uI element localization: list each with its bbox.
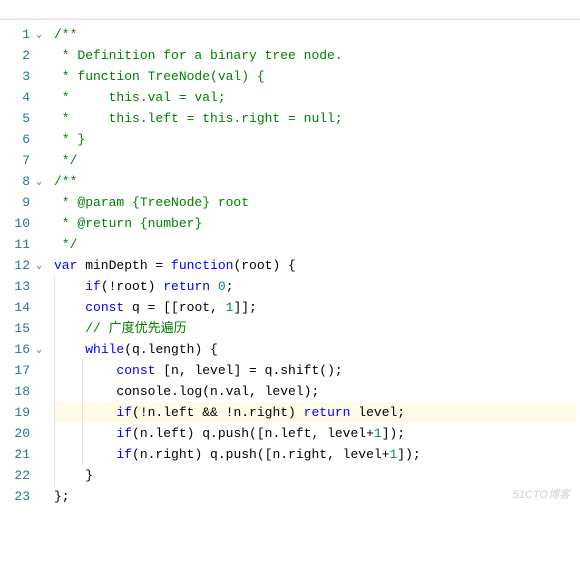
- code-line[interactable]: while(q.length) {: [54, 339, 576, 360]
- code-line[interactable]: var minDepth = function(root) {: [54, 255, 576, 276]
- code-line[interactable]: * @return {number}: [54, 213, 576, 234]
- line-number: 1⌄: [0, 24, 32, 45]
- code-line[interactable]: };: [54, 486, 576, 507]
- line-number: 8⌄: [0, 171, 32, 192]
- line-number: 19: [0, 402, 32, 423]
- code-line[interactable]: /**: [54, 171, 576, 192]
- code-content[interactable]: /** * Definition for a binary tree node.…: [38, 20, 580, 511]
- watermark-text: 51CTO博客: [513, 487, 570, 505]
- line-number-gutter: 1⌄2345678⌄9101112⌄13141516⌄1718192021222…: [0, 20, 38, 511]
- line-number: 22: [0, 465, 32, 486]
- code-line[interactable]: * @param {TreeNode} root: [54, 192, 576, 213]
- code-editor: 1⌄2345678⌄9101112⌄13141516⌄1718192021222…: [0, 19, 580, 511]
- code-line[interactable]: */: [54, 234, 576, 255]
- editor-top-bar: [0, 0, 580, 19]
- line-number: 4: [0, 87, 32, 108]
- code-line[interactable]: console.log(n.val, level);: [54, 381, 576, 402]
- line-number: 16⌄: [0, 339, 32, 360]
- line-number: 23: [0, 486, 32, 507]
- code-line[interactable]: * this.left = this.right = null;: [54, 108, 576, 129]
- line-number: 17: [0, 360, 32, 381]
- line-number: 18: [0, 381, 32, 402]
- line-number: 21: [0, 444, 32, 465]
- code-line[interactable]: if(!root) return 0;: [54, 276, 576, 297]
- code-line[interactable]: */: [54, 150, 576, 171]
- code-line[interactable]: // 广度优先遍历: [54, 318, 576, 339]
- code-line[interactable]: }: [54, 465, 576, 486]
- code-line[interactable]: * function TreeNode(val) {: [54, 66, 576, 87]
- line-number: 5: [0, 108, 32, 129]
- line-number: 12⌄: [0, 255, 32, 276]
- line-number: 7: [0, 150, 32, 171]
- fold-chevron-icon[interactable]: ⌄: [36, 25, 42, 46]
- line-number: 13: [0, 276, 32, 297]
- line-number: 2: [0, 45, 32, 66]
- line-number: 9: [0, 192, 32, 213]
- line-number: 11: [0, 234, 32, 255]
- code-line[interactable]: const q = [[root, 1]];: [54, 297, 576, 318]
- line-number: 6: [0, 129, 32, 150]
- code-line[interactable]: * Definition for a binary tree node.: [54, 45, 576, 66]
- fold-chevron-icon[interactable]: ⌄: [36, 340, 42, 361]
- fold-chevron-icon[interactable]: ⌄: [36, 256, 42, 277]
- line-number: 10: [0, 213, 32, 234]
- code-line[interactable]: /**: [54, 24, 576, 45]
- code-line[interactable]: if(n.right) q.push([n.right, level+1]);: [54, 444, 576, 465]
- line-number: 20: [0, 423, 32, 444]
- code-line[interactable]: if(n.left) q.push([n.left, level+1]);: [54, 423, 576, 444]
- code-line[interactable]: if(!n.left && !n.right) return level;: [54, 402, 576, 423]
- fold-chevron-icon[interactable]: ⌄: [36, 172, 42, 193]
- line-number: 3: [0, 66, 32, 87]
- code-line[interactable]: * this.val = val;: [54, 87, 576, 108]
- line-number: 15: [0, 318, 32, 339]
- code-line[interactable]: const [n, level] = q.shift();: [54, 360, 576, 381]
- line-number: 14: [0, 297, 32, 318]
- code-line[interactable]: * }: [54, 129, 576, 150]
